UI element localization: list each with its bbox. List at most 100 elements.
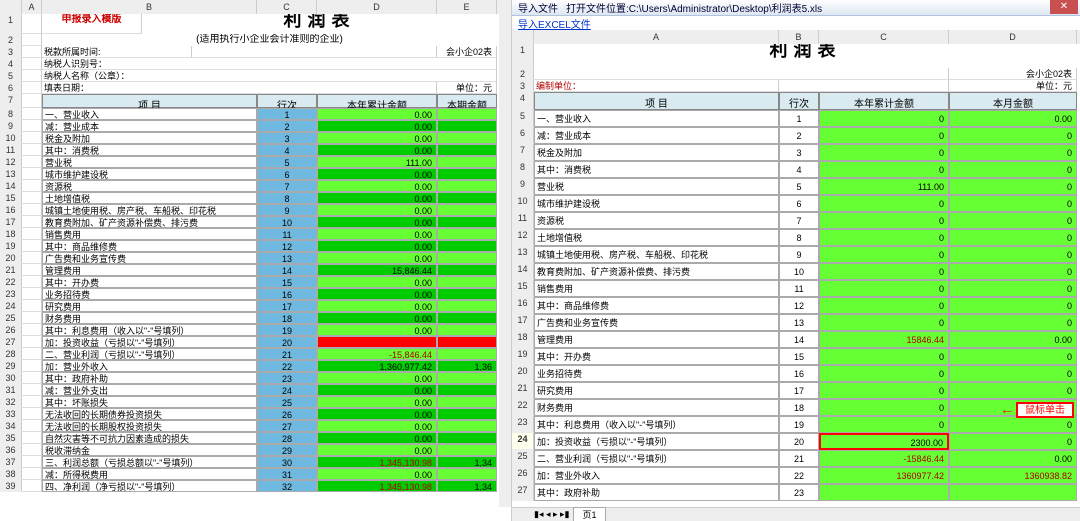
cum-cell[interactable]: 111.00	[317, 156, 437, 168]
item-cell[interactable]: 城市维护建设税	[42, 168, 257, 180]
cur-cell[interactable]	[437, 348, 497, 360]
col-d[interactable]: D	[317, 0, 437, 14]
line-cell[interactable]: 17	[257, 300, 317, 312]
cum-cell[interactable]: 1,345,130.98	[317, 456, 437, 468]
table-row[interactable]: 32 其中：坏账损失250.00	[0, 396, 511, 408]
cur-cell[interactable]: 0	[949, 229, 1077, 246]
item-cell[interactable]: 广告费和业务宣传费	[42, 252, 257, 264]
cum-cell[interactable]: 2300.00	[819, 433, 949, 450]
line-cell[interactable]: 2	[257, 120, 317, 132]
item-cell[interactable]: 加：营业外收入	[534, 467, 779, 484]
item-cell[interactable]: 其中：商品维修费	[42, 240, 257, 252]
table-row[interactable]: 33 无法收回的长期债券投资损失260.00	[0, 408, 511, 420]
item-cell[interactable]: 其中：政府补助	[42, 372, 257, 384]
cur-cell[interactable]	[437, 264, 497, 276]
line-cell[interactable]: 8	[779, 229, 819, 246]
cur-cell[interactable]	[437, 192, 497, 204]
line-cell[interactable]: 19	[257, 324, 317, 336]
line-cell[interactable]: 15	[257, 276, 317, 288]
item-cell[interactable]: 城市维护建设税	[534, 195, 779, 212]
item-cell[interactable]: 税金及附加	[534, 144, 779, 161]
line-cell[interactable]: 27	[257, 420, 317, 432]
item-cell[interactable]: 教育费附加、矿产资源补偿费、排污费	[42, 216, 257, 228]
cur-cell[interactable]	[437, 300, 497, 312]
line-cell[interactable]: 28	[257, 432, 317, 444]
cum-cell[interactable]: 1360977.42	[819, 467, 949, 484]
line-cell[interactable]: 16	[779, 365, 819, 382]
item-cell[interactable]: 加：营业外收入	[42, 360, 257, 372]
cum-cell[interactable]: 0.00	[317, 132, 437, 144]
line-cell[interactable]: 22	[257, 360, 317, 372]
cum-cell[interactable]: 0.00	[317, 288, 437, 300]
cum-cell[interactable]: -15846.44	[819, 450, 949, 467]
cur-cell[interactable]	[437, 324, 497, 336]
cum-cell[interactable]: 0.00	[317, 408, 437, 420]
item-cell[interactable]: 研究费用	[534, 382, 779, 399]
table-row[interactable]: 17 广告费和业务宣传费1300	[512, 314, 1080, 331]
cur-cell[interactable]	[437, 204, 497, 216]
cur-cell[interactable]	[437, 180, 497, 192]
cum-cell[interactable]: 0.00	[317, 384, 437, 396]
table-row[interactable]: 23 业务招待费160.00	[0, 288, 511, 300]
cum-cell[interactable]: 0.00	[317, 228, 437, 240]
cum-cell[interactable]: 0	[819, 195, 949, 212]
line-cell[interactable]: 13	[779, 314, 819, 331]
cur-cell[interactable]: 0.00	[949, 331, 1077, 348]
cum-cell[interactable]: 0.00	[317, 312, 437, 324]
table-row[interactable]: 14 教育费附加、矿产资源补偿费、排污费1000	[512, 263, 1080, 280]
cur-cell[interactable]: 1360938.82	[949, 467, 1077, 484]
rhdr-item[interactable]: 项 目	[534, 92, 779, 110]
table-row[interactable]: 12 土地增值税800	[512, 229, 1080, 246]
rhdr-cum[interactable]: 本年累计金额	[819, 92, 949, 110]
item-cell[interactable]: 自然灾害等不可抗力因素造成的损失	[42, 432, 257, 444]
table-row[interactable]: 18 销售费用110.00	[0, 228, 511, 240]
cum-cell[interactable]: 0.00	[317, 120, 437, 132]
cum-cell[interactable]: 0	[819, 314, 949, 331]
cur-cell[interactable]: 0	[949, 348, 1077, 365]
cur-cell[interactable]	[437, 312, 497, 324]
cum-cell[interactable]: 0	[819, 416, 949, 433]
cum-cell[interactable]: 0	[819, 399, 949, 416]
table-row[interactable]: 37三、利润总额（亏损总额以"-"号填列）301,345,130.981,34	[0, 456, 511, 468]
table-row[interactable]: 38减：所得税费用310.00	[0, 468, 511, 480]
cur-cell[interactable]: 0	[949, 433, 1077, 450]
item-cell[interactable]: 无法收回的长期股权投资损失	[42, 420, 257, 432]
cur-cell[interactable]: 1,34	[437, 480, 497, 492]
table-row[interactable]: 26 其中：利息费用（收入以"-"号填列）190.00	[0, 324, 511, 336]
item-cell[interactable]: 营业税	[42, 156, 257, 168]
line-cell[interactable]: 12	[257, 240, 317, 252]
line-cell[interactable]: 20	[779, 433, 819, 450]
cur-cell[interactable]	[437, 156, 497, 168]
line-cell[interactable]: 4	[257, 144, 317, 156]
table-row[interactable]: 20 广告费和业务宣传费130.00	[0, 252, 511, 264]
cur-cell[interactable]: 0	[949, 212, 1077, 229]
cur-cell[interactable]: 1,36	[437, 360, 497, 372]
item-cell[interactable]: 资源税	[42, 180, 257, 192]
table-row[interactable]: 25 财务费用180.00	[0, 312, 511, 324]
table-row[interactable]: 6减：营业成本200	[512, 127, 1080, 144]
cum-cell[interactable]: 0.00	[317, 240, 437, 252]
line-cell[interactable]: 14	[257, 264, 317, 276]
cum-cell[interactable]: 0	[819, 127, 949, 144]
line-cell[interactable]: 25	[257, 396, 317, 408]
line-cell[interactable]: 4	[779, 161, 819, 178]
item-cell[interactable]: 业务招待费	[42, 288, 257, 300]
sheet-tab-1[interactable]: 页1	[573, 507, 605, 521]
cur-cell[interactable]	[437, 432, 497, 444]
cum-cell[interactable]: 0	[819, 212, 949, 229]
rcol-d[interactable]: D	[949, 30, 1077, 44]
rcol-b[interactable]: B	[779, 30, 819, 44]
cur-cell[interactable]	[437, 276, 497, 288]
item-cell[interactable]: 城镇土地使用税、房产税、车船税、印花税	[534, 246, 779, 263]
cur-cell[interactable]: 0	[949, 195, 1077, 212]
item-cell[interactable]: 四、净利润（净亏损以"-"号填列）	[42, 480, 257, 492]
cur-cell[interactable]	[437, 120, 497, 132]
table-row[interactable]: 12 营业税5111.00	[0, 156, 511, 168]
table-row[interactable]: 7 税金及附加300	[512, 144, 1080, 161]
cur-cell[interactable]	[437, 216, 497, 228]
table-row[interactable]: 39四、净利润（净亏损以"-"号填列）321,345,130.981,34	[0, 480, 511, 492]
table-row[interactable]: 20 业务招待费1600	[512, 365, 1080, 382]
cur-cell[interactable]	[437, 384, 497, 396]
item-cell[interactable]: 其中：消费税	[534, 161, 779, 178]
line-cell[interactable]: 21	[257, 348, 317, 360]
